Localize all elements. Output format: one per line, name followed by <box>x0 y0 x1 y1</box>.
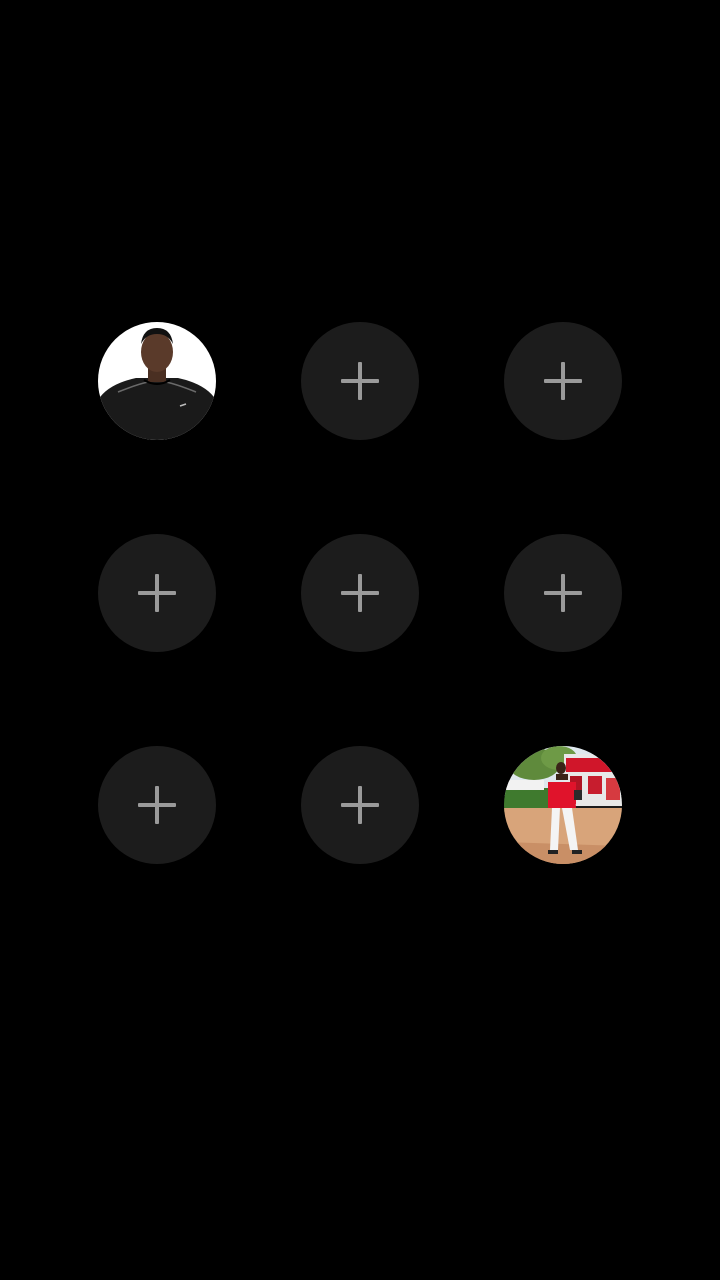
add-photo-slot-3[interactable] <box>504 322 622 440</box>
photo-grid-screen <box>0 0 720 1280</box>
photo-slot-1[interactable] <box>98 322 216 440</box>
plus-icon <box>138 786 176 824</box>
add-photo-slot-6[interactable] <box>504 534 622 652</box>
add-photo-slot-4[interactable] <box>98 534 216 652</box>
plus-icon <box>544 362 582 400</box>
add-photo-slot-7[interactable] <box>98 746 216 864</box>
plus-icon <box>341 786 379 824</box>
add-photo-slot-5[interactable] <box>301 534 419 652</box>
avatar-photo-man-black-shirt <box>98 322 216 440</box>
avatar-photo-man-red-shirt-field <box>504 746 622 864</box>
add-photo-slot-8[interactable] <box>301 746 419 864</box>
plus-icon <box>341 574 379 612</box>
plus-icon <box>341 362 379 400</box>
plus-icon <box>544 574 582 612</box>
add-photo-slot-2[interactable] <box>301 322 419 440</box>
photo-slot-9[interactable] <box>504 746 622 864</box>
plus-icon <box>138 574 176 612</box>
